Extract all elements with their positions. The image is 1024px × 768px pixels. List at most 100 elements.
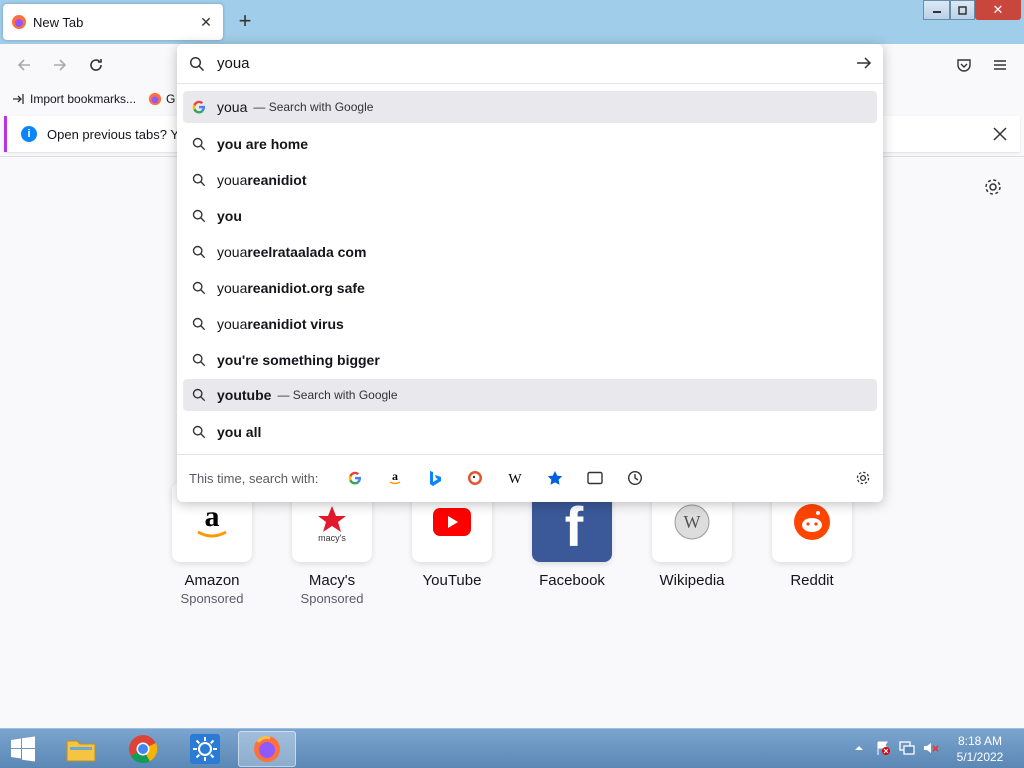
search-icon [189,56,205,71]
menu-button[interactable] [988,53,1012,77]
suggestion-row[interactable]: youtube — Search with Google [183,379,877,411]
svg-text:W: W [684,512,701,532]
suggestion-row[interactable]: youa reanidiot virus [183,308,877,340]
window-close-button[interactable]: ✕ [975,0,1021,20]
close-icon [993,127,1007,141]
suggestion-row[interactable]: youa — Search with Google [183,91,877,123]
sponsored-label: Sponsored [300,591,364,606]
suggestion-row[interactable]: youa reanidiot.org safe [183,272,877,304]
forward-arrow-icon [54,59,67,71]
go-arrow-icon[interactable] [855,54,873,72]
suggestion-completion: you all [217,424,262,440]
firefox-icon [254,736,280,762]
hamburger-menu-icon [994,60,1006,70]
search-icon [192,425,206,439]
url-input[interactable]: youa [177,44,883,84]
suggestion-row[interactable]: youa reanidiot [183,164,877,196]
sun-icon [190,734,220,764]
suggestion-typed: youa [217,280,248,296]
network-icon [899,741,915,755]
pocket-icon [957,59,971,72]
clock-date: 5/1/2022 [956,750,1004,764]
wikipedia-icon: W [508,472,522,486]
topsite-name: Facebook [539,572,605,589]
suggestion-action: — Search with Google [253,100,374,114]
import-bookmarks-item[interactable]: Import bookmarks... [12,92,136,106]
tabs-search-button[interactable] [585,468,605,488]
facebook-icon: f [565,495,584,550]
taskbar-firefox[interactable] [238,731,296,767]
sponsored-label: Sponsored [180,591,244,606]
topsite-name: Macy's [308,572,356,589]
amazon-icon: a [389,470,401,485]
bookmarks-search-button[interactable] [545,468,565,488]
search-icon [192,317,206,331]
import-bookmarks-label: Import bookmarks... [30,92,137,106]
one-off-search-bar: This time, search with: [177,454,883,502]
history-search-button[interactable] [625,468,645,488]
search-icon [192,245,206,259]
search-icon [192,388,206,402]
suggestion-completion: you are home [217,136,309,152]
chrome-icon [129,735,158,764]
taskbar-weather-app[interactable] [176,731,234,767]
suggestion-typed: youa [217,244,248,260]
google-icon [192,100,205,114]
suggestion-row[interactable]: youa reelrataalada com [183,236,877,268]
start-button[interactable] [0,731,46,767]
minimize-button[interactable] [923,0,950,20]
bookmark-item[interactable]: G [148,92,175,106]
firefox-icon [148,92,162,106]
taskbar-file-explorer[interactable] [52,731,110,767]
tab-title: New Tab [33,14,84,30]
notification-close-button[interactable] [990,124,1010,144]
engine-wikipedia-button[interactable]: W [505,468,525,488]
reload-button[interactable] [84,53,108,77]
suggestion-completion: reanidiot.org safe [247,280,365,296]
pocket-button[interactable] [952,53,976,77]
tab-new-tab[interactable]: New Tab ✕ [3,4,223,40]
tab-close-icon[interactable]: ✕ [197,13,215,31]
suggestion-action: — Search with Google [277,388,398,402]
restore-button[interactable] [950,0,975,20]
search-icon [192,209,206,223]
engine-duckduckgo-button[interactable] [465,468,485,488]
folder-icon [66,740,96,762]
network-icon[interactable] [898,739,916,757]
search-settings-button[interactable] [853,468,873,488]
forward-button[interactable] [48,53,72,77]
engine-bing-button[interactable] [425,468,445,488]
taskbar: 8:18 AM 5/1/2022 [0,728,1024,768]
engine-google-button[interactable] [345,468,365,488]
suggestion-completion: reelrataalada com [247,244,367,260]
taskbar-chrome[interactable] [114,731,172,767]
page-settings-button[interactable] [983,177,1003,197]
bing-icon [430,471,441,486]
gear-icon [985,179,1001,195]
suggestion-completion: reanidiot virus [247,316,344,332]
suggestion-row[interactable]: you all [183,416,877,448]
system-clock[interactable]: 8:18 AM 5/1/2022 [950,733,1010,765]
action-center-icon[interactable] [874,739,892,757]
suggestion-completion: reanidiot [247,172,307,188]
back-button[interactable] [12,53,36,77]
svg-text:f: f [565,495,584,550]
volume-icon[interactable] [922,739,940,757]
suggestion-row[interactable]: you're something bigger [183,344,877,376]
suggestion-row[interactable]: you are home [183,128,877,160]
search-icon [192,137,206,151]
urlbar-dropdown: youa youa — Search with Google you are h… [177,44,883,502]
topsite-name: YouTube [422,572,482,589]
suggestion-completion: you're something bigger [217,352,380,368]
windows-logo-icon [11,736,35,762]
show-hidden-icons-button[interactable] [850,739,868,757]
reload-icon [90,59,102,71]
history-icon [627,470,643,486]
google-icon [348,471,361,485]
topsite-name: Amazon [184,572,240,589]
new-tab-button[interactable]: + [233,10,257,34]
search-icon [192,281,206,295]
engine-amazon-button[interactable]: a [385,468,405,488]
suggestion-completion: youtube [217,387,272,403]
suggestion-row[interactable]: you [183,200,877,232]
